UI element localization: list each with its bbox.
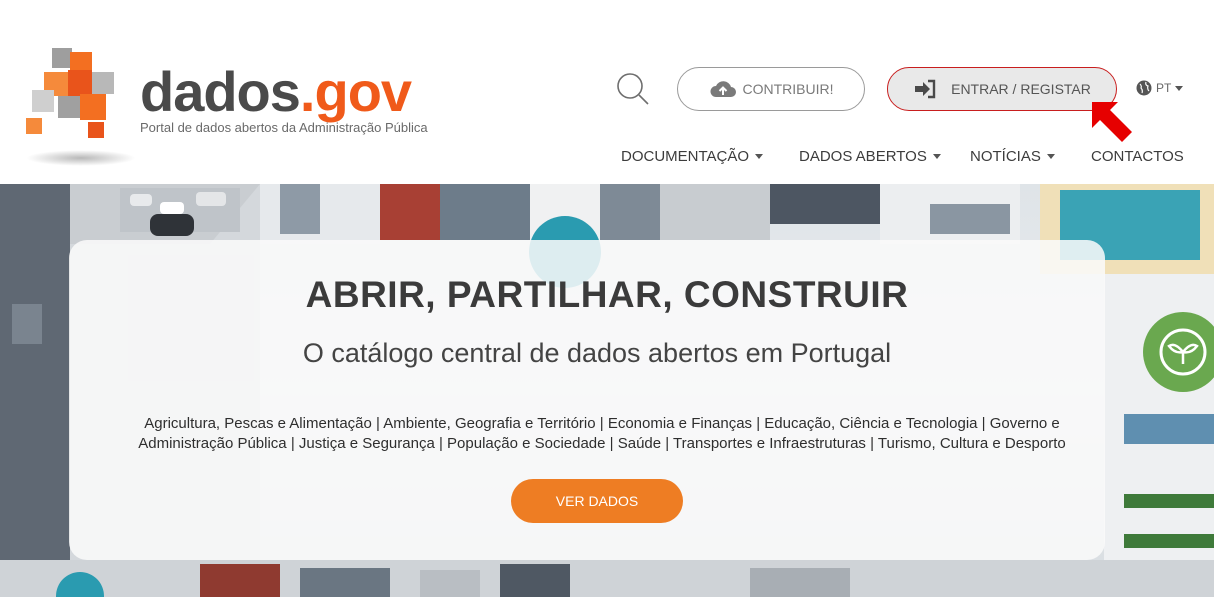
sprout-icon	[1143, 312, 1214, 392]
contribute-label: CONTRIBUIR!	[742, 81, 834, 97]
nav-noticias-label: NOTÍCIAS	[970, 148, 1041, 165]
chevron-down-icon	[932, 154, 941, 159]
language-label: PT	[1156, 81, 1172, 95]
logo-tagline: Portal de dados abertos da Administração…	[140, 120, 428, 135]
logo-word-gov: .gov	[299, 60, 412, 123]
nav-dados-abertos[interactable]: DADOS ABERTOS	[799, 148, 941, 165]
hero-categories: Agricultura, Pescas e Alimentação | Ambi…	[110, 414, 1094, 454]
hero-subtitle: O catálogo central de dados abertos em P…	[302, 338, 892, 368]
logo-word-dados: dados	[140, 60, 301, 123]
nav-contactos-label: CONTACTOS	[1091, 148, 1184, 165]
site-header: dados.gov Portal de dados abertos da Adm…	[0, 0, 1214, 184]
nav-noticias[interactable]: NOTÍCIAS	[970, 148, 1055, 165]
annotation-arrow-icon	[1092, 102, 1132, 142]
logo-wordmark: dados.gov	[140, 64, 412, 120]
language-selector[interactable]: PT	[1136, 80, 1184, 96]
hero-title: ABRIR, PARTILHAR, CONSTRUIR	[305, 274, 909, 315]
chevron-down-icon	[1046, 154, 1055, 159]
hero-section: ABRIR, PARTILHAR, CONSTRUIR O catálogo c…	[0, 184, 1214, 597]
logo-cubes-icon	[26, 48, 114, 138]
chevron-down-icon	[755, 154, 764, 159]
nav-contactos[interactable]: CONTACTOS	[1091, 148, 1184, 165]
nav-documentacao-label: DOCUMENTAÇÃO	[621, 148, 750, 165]
globe-icon	[1136, 80, 1152, 96]
nav-documentacao[interactable]: DOCUMENTAÇÃO	[621, 148, 764, 165]
login-register-label: ENTRAR / REGISTAR	[951, 81, 1091, 97]
search-button[interactable]	[616, 72, 650, 106]
main-navigation: DOCUMENTAÇÃO DADOS ABERTOS NOTÍCIAS CONT…	[0, 148, 1214, 170]
hero-categories-line2: Administração Pública | Justiça e Segura…	[138, 435, 1066, 452]
cloud-upload-icon	[710, 81, 736, 97]
login-register-button[interactable]: ENTRAR / REGISTAR	[887, 67, 1117, 111]
contribute-button[interactable]: CONTRIBUIR!	[677, 67, 865, 111]
view-data-button[interactable]: VER DADOS	[511, 479, 683, 523]
search-icon	[617, 73, 649, 105]
hero-categories-line1: Agricultura, Pescas e Alimentação | Ambi…	[144, 415, 1060, 432]
sign-in-icon	[915, 79, 936, 99]
chevron-down-icon	[1175, 85, 1184, 91]
nav-dados-abertos-label: DADOS ABERTOS	[799, 148, 927, 165]
